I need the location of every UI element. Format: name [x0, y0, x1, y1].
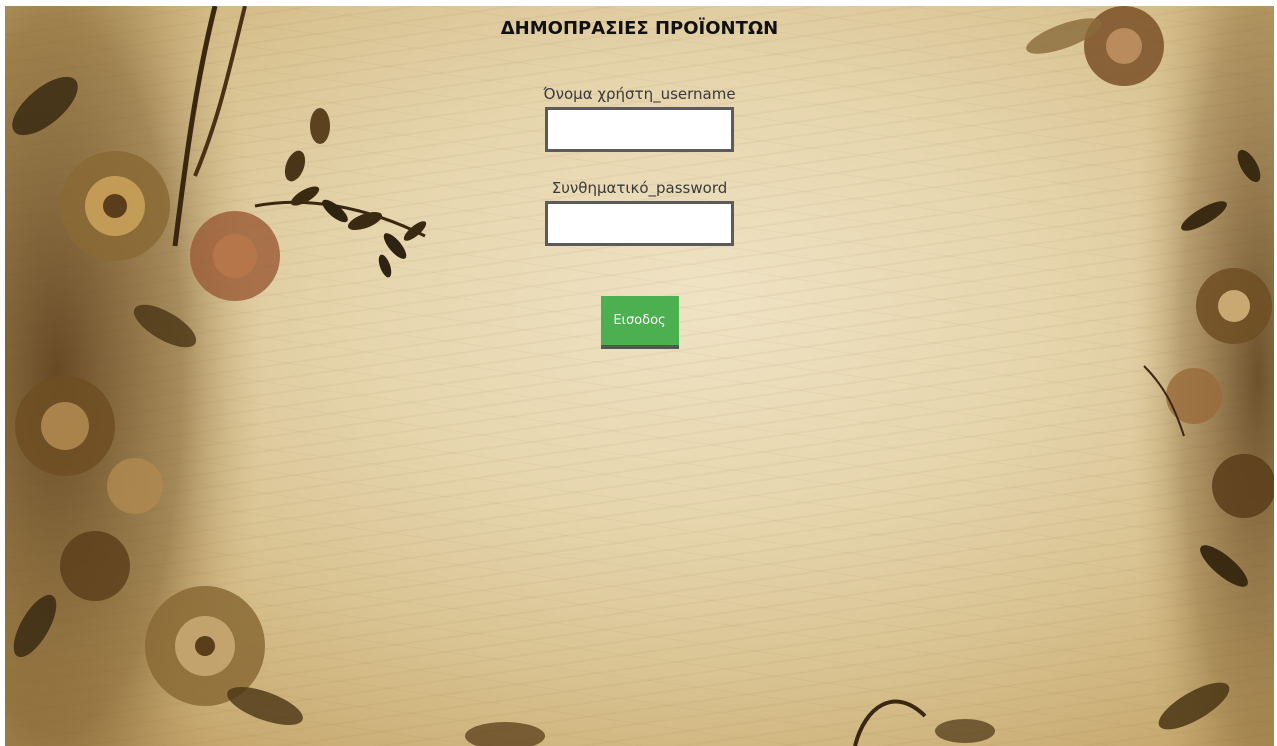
login-button[interactable]: Εισοδος	[600, 296, 679, 349]
password-label: Συνθηματικό_password	[551, 179, 728, 197]
password-input[interactable]	[545, 201, 734, 246]
page-title: ΔΗΜΟΠΡΑΣΙΕΣ ΠΡΟΪΟΝΤΩΝ	[500, 18, 779, 39]
username-label: Όνομα χρήστη_username	[543, 85, 736, 103]
login-form: Όνομα χρήστη_username Συνθηματικό_passwo…	[5, 84, 1274, 349]
page-background: ΔΗΜΟΠΡΑΣΙΕΣ ΠΡΟΪΟΝΤΩΝ Όνομα χρήστη_usern…	[5, 6, 1274, 746]
username-input[interactable]	[545, 107, 734, 152]
floral-decoration-bottom-icon	[465, 699, 995, 746]
